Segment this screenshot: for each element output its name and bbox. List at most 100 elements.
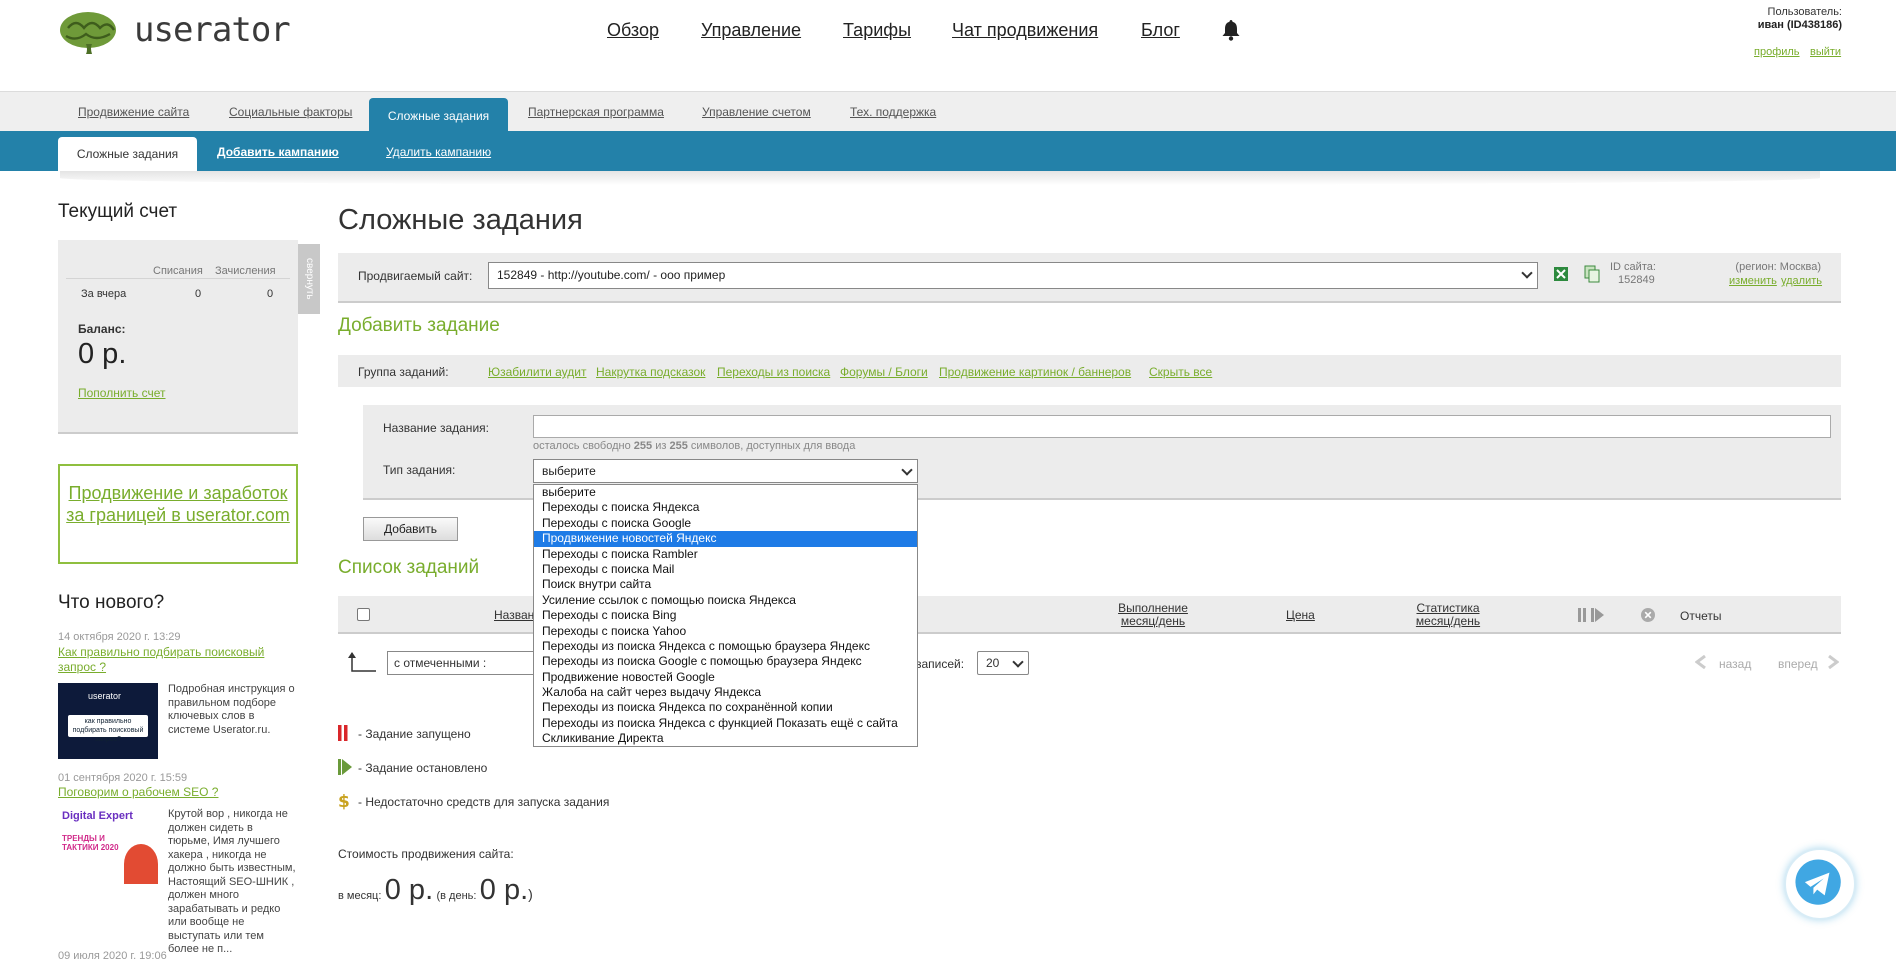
nav-management[interactable]: Управление (701, 20, 801, 41)
tab-social-factors[interactable]: Социальные факторы (229, 105, 352, 119)
cost-month-value: 0 р. (384, 874, 434, 906)
task-type-option[interactable]: Переходы из поиска Яндекса с помощью бра… (534, 639, 917, 654)
bulk-action-select[interactable]: с отмеченными : (387, 651, 537, 675)
col-price-header[interactable]: Цена (1286, 609, 1315, 622)
group-search-transitions[interactable]: Переходы из поиска (717, 365, 830, 379)
task-type-option[interactable]: Переходы из поиска Google с помощью брау… (534, 654, 917, 669)
task-type-option[interactable]: Переходы с поиска Rambler (534, 547, 917, 562)
topup-link[interactable]: Пополнить счет (78, 386, 166, 400)
task-type-select[interactable]: выберите (533, 459, 918, 483)
news-thumbnail[interactable]: userator как правильно подбирать поисков… (58, 683, 158, 759)
col-stats-header[interactable]: Статистика месяц/день (1408, 602, 1488, 628)
excel-export-icon[interactable] (1553, 266, 1569, 282)
task-type-option[interactable]: Переходы из поиска Яндекса с функцией По… (534, 716, 917, 731)
bulk-action-value: с отмеченными : (394, 656, 487, 670)
nav-overview[interactable]: Обзор (607, 20, 659, 41)
cost-month-label: в месяц: (338, 890, 382, 902)
nav-tariffs[interactable]: Тарифы (843, 20, 911, 41)
site-select[interactable]: 152849 - http://youtube.com/ - ооо приме… (488, 262, 1538, 289)
chevron-right-icon[interactable] (1827, 655, 1839, 669)
profile-link[interactable]: профиль (1754, 46, 1800, 58)
delete-site-link[interactable]: удалить (1781, 275, 1822, 287)
pause-play-icon[interactable] (1578, 608, 1606, 622)
nav-promo-chat[interactable]: Чат продвижения (952, 20, 1098, 41)
add-campaign-link[interactable]: Добавить кампанию (217, 145, 339, 159)
task-type-option[interactable]: Усиление ссылок с помощью поиска Яндекса (534, 593, 917, 608)
promo-banner[interactable]: Продвижение и заработок за границей в us… (58, 464, 298, 564)
group-hide-all[interactable]: Скрыть все (1149, 365, 1212, 379)
task-type-option[interactable]: выберите (534, 485, 917, 500)
task-type-dropdown[interactable]: выберите Переходы с поиска Яндекса Переход… (533, 484, 918, 747)
site-region: (регион: Москва) (1735, 261, 1821, 273)
tab-complex-tasks[interactable]: Сложные задания (369, 98, 508, 132)
group-images-banners[interactable]: Продвижение картинок / баннеров (939, 365, 1131, 379)
next-page-link[interactable]: вперед (1778, 657, 1818, 671)
task-type-option[interactable]: Переходы с поиска Яндекса (534, 500, 917, 515)
task-list-title: Список заданий (338, 557, 480, 578)
tab-account-management[interactable]: Управление счетом (702, 105, 811, 119)
prev-page-link[interactable]: назад (1719, 657, 1751, 671)
nav-blog[interactable]: Блог (1141, 20, 1180, 41)
site-label: Продвигаемый сайт: (358, 269, 473, 283)
group-suggestions[interactable]: Накрутка подсказок (596, 365, 705, 379)
news-link[interactable]: Как правильно подбирать поисковый запрос… (58, 645, 288, 675)
task-type-option[interactable]: Переходы из поиска Яндекса по сохранённо… (534, 700, 917, 715)
bell-icon[interactable] (1221, 19, 1241, 41)
delete-campaign-link[interactable]: Удалить кампанию (386, 145, 491, 159)
news-thumbnail[interactable]: Digital Expert ТРЕНДЫ И ТАКТИКИ 2020 (58, 808, 158, 884)
header-shadow (60, 171, 1820, 185)
tab-tech-support[interactable]: Тех. поддержка (850, 105, 936, 119)
chars-left-count: 255 (633, 440, 653, 452)
row-yesterday-label: За вчера (81, 288, 127, 300)
task-type-option[interactable]: Переходы с поиска Yahoo (534, 624, 917, 639)
task-type-value: выберите (542, 464, 596, 478)
cost-close: ) (528, 886, 533, 902)
chevron-down-icon (1012, 656, 1024, 668)
subtab-complex-tasks[interactable]: Сложные задания (58, 137, 197, 171)
task-type-option[interactable]: Переходы с поиска Bing (534, 608, 917, 623)
telegram-chat-button[interactable] (1784, 848, 1856, 920)
row-debit-value: 0 (195, 288, 202, 300)
tab-partner-program[interactable]: Партнерская программа (528, 105, 664, 119)
task-type-option[interactable]: Продвижение новостей Яндекс (534, 531, 917, 547)
tab-site-promotion[interactable]: Продвижение сайта (78, 105, 189, 119)
task-type-option[interactable]: Переходы с поиска Mail (534, 562, 917, 577)
table-divider (66, 278, 290, 279)
sub-tab-bar: Сложные задания Добавить кампанию Удалит… (0, 131, 1896, 171)
logo-text[interactable]: userator (134, 10, 291, 50)
group-usability-audit[interactable]: Юзабилити аудит (488, 365, 586, 379)
close-circle-icon[interactable] (1641, 608, 1655, 622)
collapse-account-button[interactable]: свернуть (298, 244, 320, 314)
task-type-option[interactable]: Жалоба на сайт через выдачу Яндекса (534, 685, 917, 700)
col-debit-header: Списания (153, 265, 203, 277)
task-type-option[interactable]: Поиск внутри сайта (534, 577, 917, 592)
chars-hint-of: из (655, 440, 667, 452)
col-reports-header: Отчеты (1680, 609, 1722, 623)
pause-icon (338, 725, 348, 741)
news-link[interactable]: Поговорим о рабочем SEO ? (58, 785, 288, 800)
main-tab-bar: Продвижение сайта Социальные факторы Сло… (0, 91, 1896, 132)
logout-link[interactable]: выйти (1810, 46, 1841, 58)
group-forums-blogs[interactable]: Форумы / Блоги (840, 365, 928, 379)
account-title: Текущий счет (58, 201, 178, 222)
select-all-checkbox[interactable] (357, 608, 370, 621)
task-type-option[interactable]: Скликивание Директа (534, 731, 917, 746)
task-type-option[interactable]: Переходы с поиска Google (534, 516, 917, 531)
group-label: Группа заданий: (358, 365, 449, 379)
balance-label: Баланс: (78, 322, 126, 336)
chevron-down-icon (901, 464, 913, 476)
copy-report-icon[interactable] (1584, 265, 1600, 283)
col-exec-header[interactable]: Выполнение месяц/день (1113, 602, 1193, 628)
task-name-input[interactable] (533, 415, 1831, 438)
chevron-left-icon[interactable] (1695, 655, 1707, 669)
edit-site-link[interactable]: изменить (1729, 275, 1777, 287)
arrow-up-corner-icon (348, 652, 376, 672)
per-page-label: записей: (916, 657, 965, 671)
play-icon (338, 759, 352, 775)
brain-logo-icon[interactable] (58, 10, 118, 56)
task-type-option[interactable]: Продвижение новостей Google (534, 670, 917, 685)
per-page-select[interactable]: 20 (977, 651, 1029, 675)
task-group-panel: Группа заданий: Юзабилити аудит Накрутка… (338, 355, 1841, 387)
add-task-button[interactable]: Добавить (363, 517, 458, 541)
site-id-value: 152849 (1618, 274, 1655, 286)
